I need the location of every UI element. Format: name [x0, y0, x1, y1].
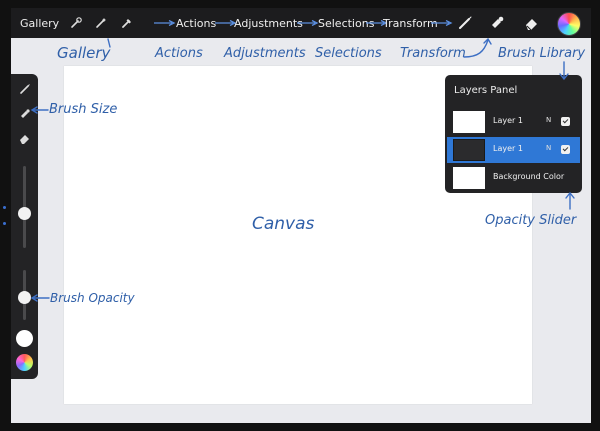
annotation-arrows — [30, 37, 575, 302]
gallery-tick-arrow — [107, 38, 111, 48]
